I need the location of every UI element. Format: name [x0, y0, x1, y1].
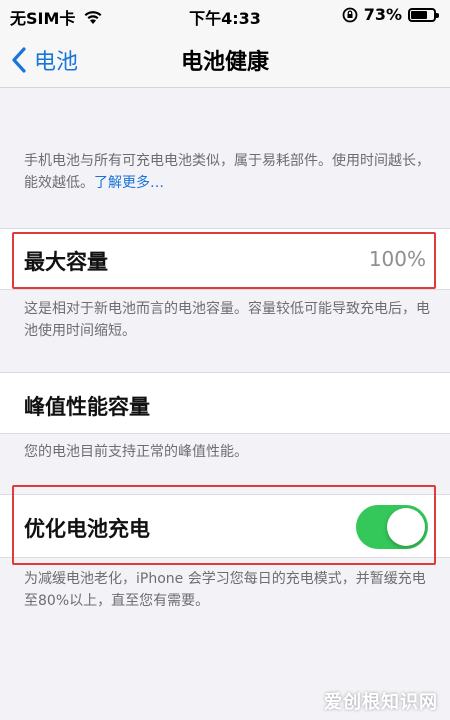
highlight-box-max-capacity — [12, 232, 436, 289]
page-title: 电池健康 — [180, 50, 269, 75]
max-capacity-description: 这是相对于新电池而言的电池容量。容量较低可能导致充电后，电池使用时间缩短。 — [24, 301, 430, 339]
peak-performance-row: 峰值性能容量 — [0, 372, 450, 434]
battery-percent: 73% — [363, 5, 402, 24]
peak-performance-description: 您的电池目前支持正常的峰值性能。 — [24, 444, 248, 460]
learn-more-link[interactable]: 了解更多… — [94, 175, 164, 191]
nav-bar: 电池 电池健康 — [0, 32, 450, 88]
orientation-lock-icon — [342, 7, 358, 22]
highlight-box-optimized-charging — [12, 485, 436, 565]
optimized-charging-description: 为减缓电池老化，iPhone 会学习您每日的充电模式，并暂缓充电至80%以上，直… — [24, 571, 426, 609]
intro-text: 手机电池与所有可充电电池类似，属于易耗部件。使用时间越长，能效越低。 — [24, 153, 430, 191]
intro-description: 手机电池与所有可充电电池类似，属于易耗部件。使用时间越长，能效越低。了解更多… — [24, 150, 432, 194]
battery-fill — [411, 10, 428, 19]
peak-performance-label: 峰值性能容量 — [24, 395, 150, 419]
watermark: 爱创根知识网 — [324, 692, 438, 713]
status-bar: 无SIM卡 下午4:33 73% — [0, 0, 450, 32]
status-right: 73% — [342, 5, 439, 24]
battery-icon — [408, 7, 439, 22]
